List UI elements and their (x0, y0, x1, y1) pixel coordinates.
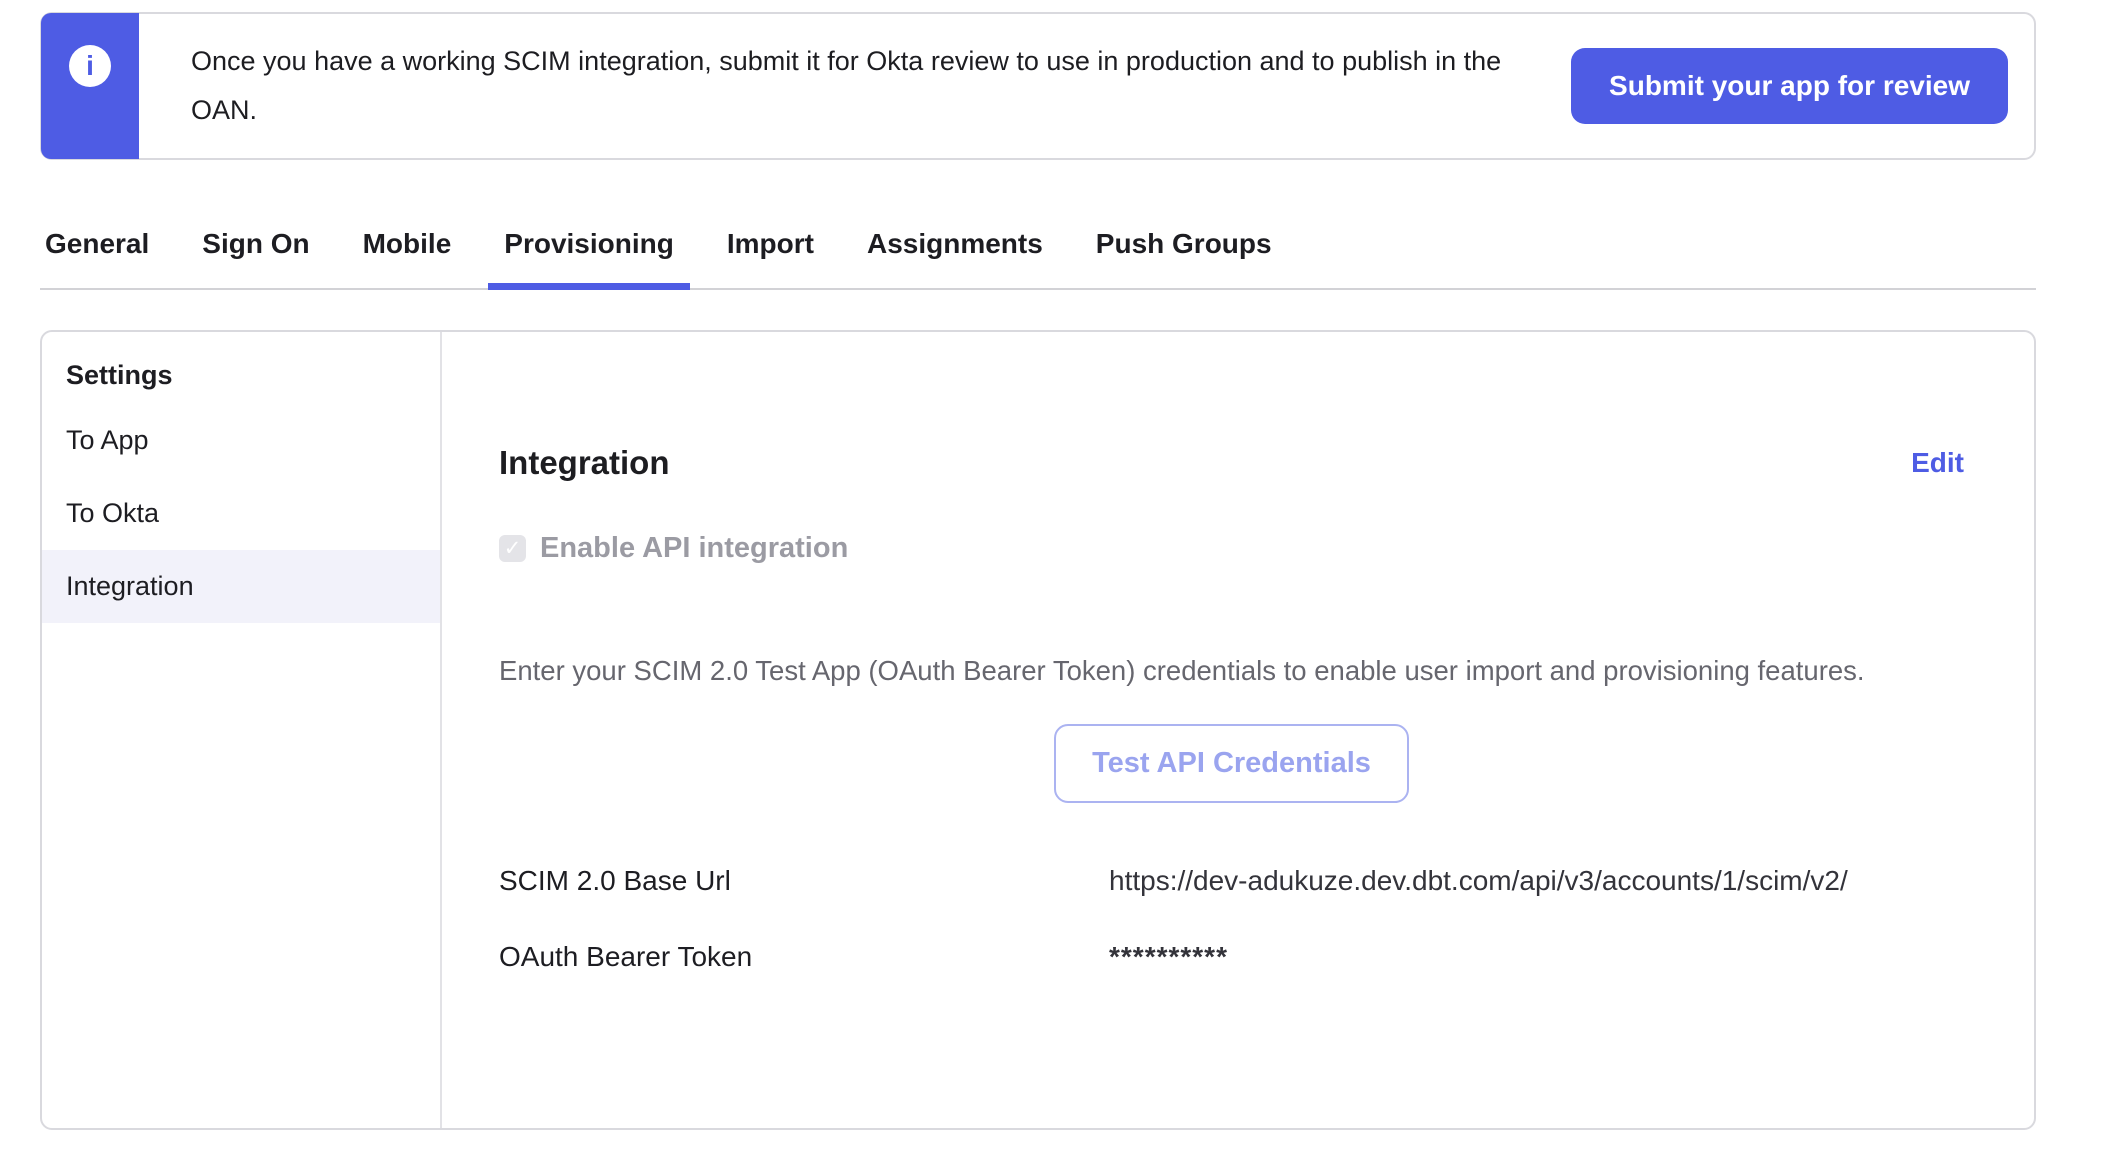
tab-push-groups[interactable]: Push Groups (1096, 228, 1272, 260)
content-header: Integration Edit (499, 444, 1964, 482)
page-title: Integration (499, 444, 670, 482)
test-credentials-row: Test API Credentials (499, 724, 1964, 803)
tab-import[interactable]: Import (727, 228, 814, 260)
oauth-bearer-token-row: OAuth Bearer Token ********** (499, 941, 1964, 973)
oauth-bearer-token-label: OAuth Bearer Token (499, 941, 1109, 973)
banner-accent-bar: i (41, 13, 139, 159)
tab-general[interactable]: General (45, 228, 149, 260)
sidebar-item-to-okta[interactable]: To Okta (42, 477, 440, 550)
info-icon: i (69, 45, 111, 87)
tab-sign-on[interactable]: Sign On (202, 228, 309, 260)
credentials-description: Enter your SCIM 2.0 Test App (OAuth Bear… (499, 655, 1964, 687)
enable-api-checkbox-label: Enable API integration (540, 532, 848, 565)
scim-base-url-row: SCIM 2.0 Base Url https://dev-adukuze.de… (499, 865, 1964, 897)
sidebar-item-to-app[interactable]: To App (42, 404, 440, 477)
integration-content: Integration Edit ✓ Enable API integratio… (442, 332, 2034, 1128)
scim-base-url-label: SCIM 2.0 Base Url (499, 865, 1109, 897)
tab-mobile[interactable]: Mobile (363, 228, 452, 260)
sidebar-item-integration[interactable]: Integration (42, 550, 440, 623)
sidebar-header: Settings (42, 346, 440, 404)
tab-provisioning[interactable]: Provisioning (504, 228, 674, 260)
enable-api-checkbox-checked-icon: ✓ (499, 535, 526, 562)
tab-assignments[interactable]: Assignments (867, 228, 1043, 260)
info-banner: i Once you have a working SCIM integrati… (40, 12, 2036, 160)
edit-link[interactable]: Edit (1911, 447, 1964, 479)
banner-message-wrap: Once you have a working SCIM integration… (139, 14, 1571, 158)
scim-base-url-value: https://dev-adukuze.dev.dbt.com/api/v3/a… (1109, 865, 1848, 897)
app-tabs: General Sign On Mobile Provisioning Impo… (40, 220, 2036, 290)
oauth-bearer-token-value: ********** (1109, 941, 1228, 973)
provisioning-panel: Settings To App To Okta Integration Inte… (40, 330, 2036, 1130)
test-api-credentials-button[interactable]: Test API Credentials (1054, 724, 1409, 803)
submit-app-review-button[interactable]: Submit your app for review (1571, 48, 2008, 124)
banner-message: Once you have a working SCIM integration… (191, 37, 1571, 135)
enable-api-integration-row: ✓ Enable API integration (499, 532, 1964, 565)
credential-fields: SCIM 2.0 Base Url https://dev-adukuze.de… (499, 865, 1964, 973)
banner-action: Submit your app for review (1571, 14, 2034, 158)
settings-sidebar: Settings To App To Okta Integration (42, 332, 442, 1128)
